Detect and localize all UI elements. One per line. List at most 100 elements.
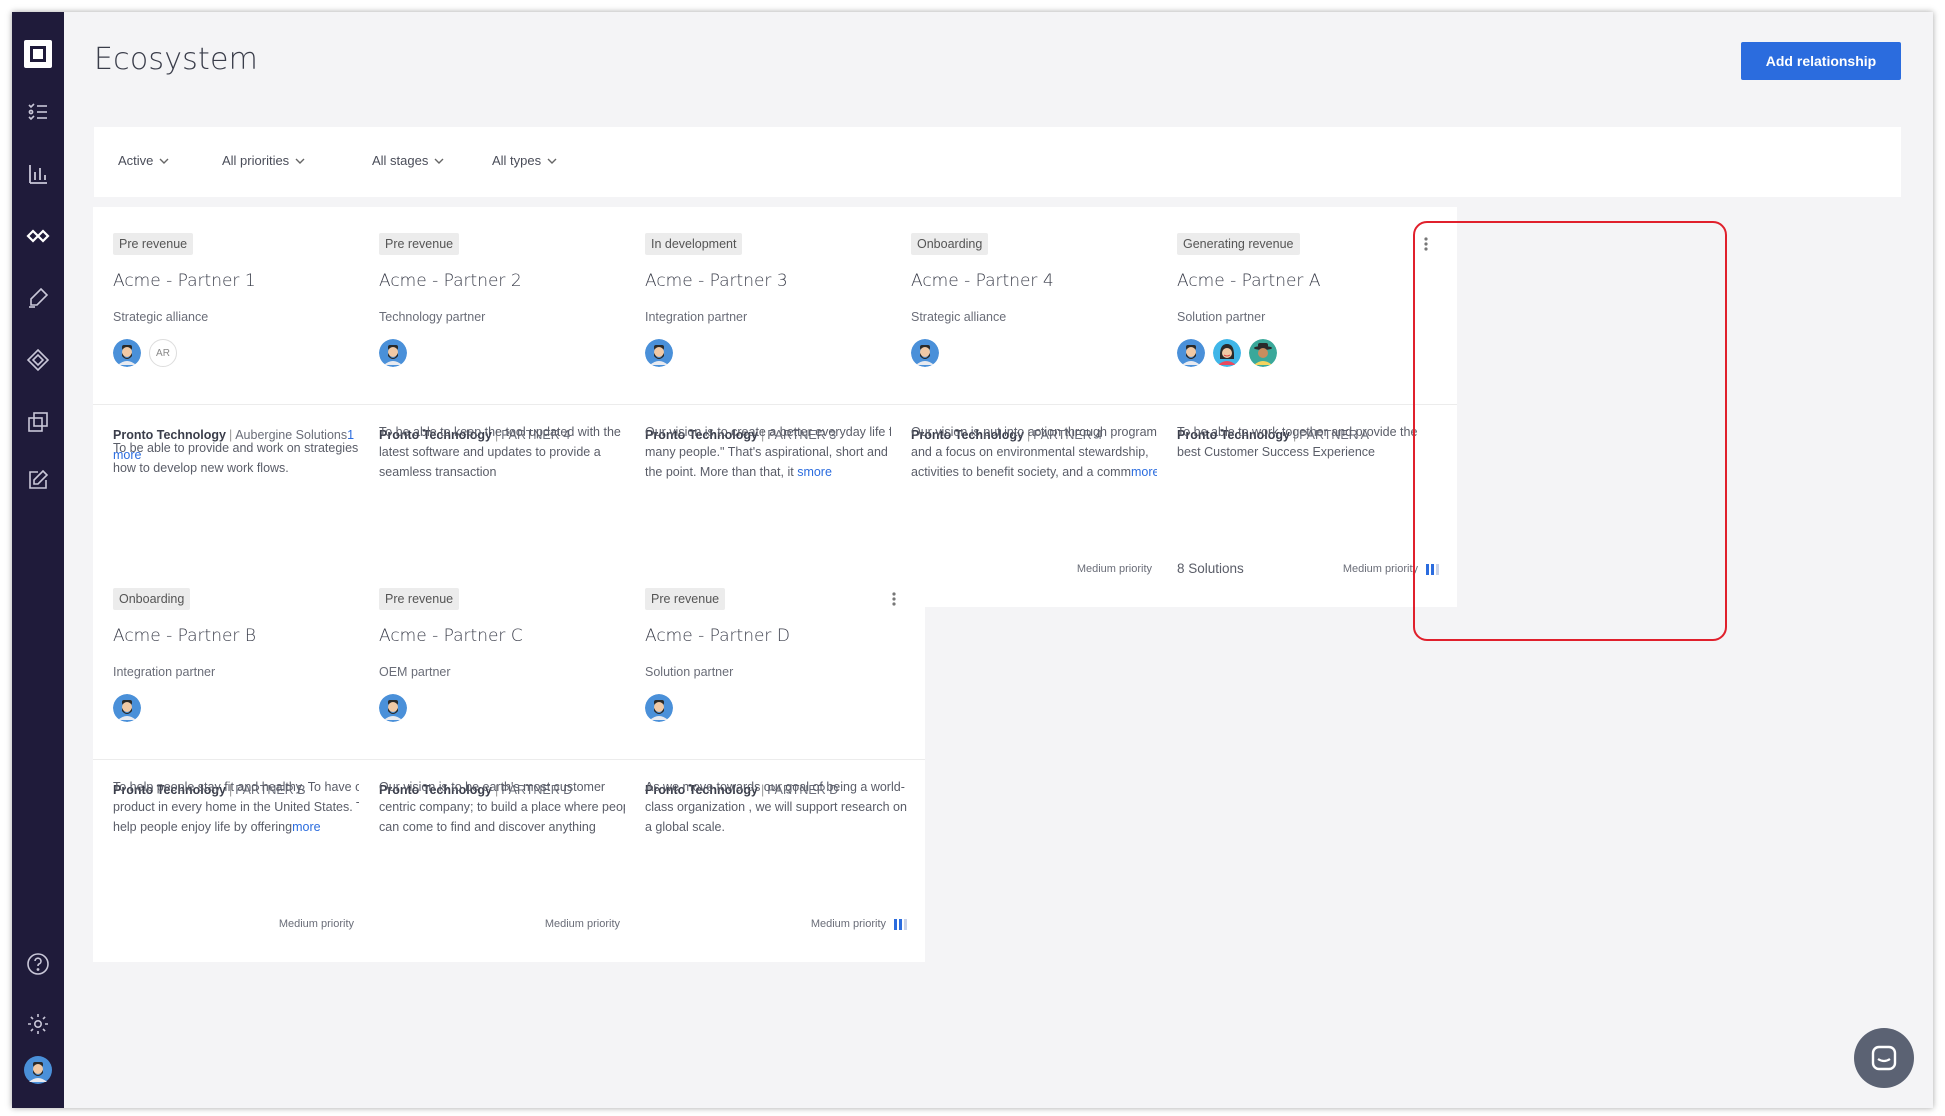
relationship-card-8[interactable]: Pre revenue Acme - Partner D Solution pa… [625,562,925,962]
more-options-icon[interactable] [1419,235,1433,253]
member-avatars [645,339,673,372]
relationship-description: To be able to keep the tool updated with… [379,422,643,482]
description-text: To be able to provide and work on strate… [113,441,376,475]
avatar[interactable] [1177,339,1205,372]
stage-badge: Pre revenue [379,233,460,255]
member-avatars: AR [113,339,177,372]
gear-icon[interactable] [26,1012,50,1036]
avatar[interactable] [911,339,939,372]
relationship-description: Our vision is to create a better everyda… [645,422,909,482]
avatar[interactable] [379,694,407,727]
relationship-type: Strategic alliance [113,310,209,324]
relationship-card-4[interactable]: Onboarding Acme - Partner 4 Strategic al… [891,207,1191,607]
description-text: Our vision is to create a better everyda… [645,425,904,479]
card-divider [625,404,925,405]
relationship-card-7[interactable]: Pre revenue Acme - Partner C OEM partner… [359,562,659,962]
read-more-link[interactable]: more [292,820,320,834]
avatar[interactable] [645,694,673,727]
filter-bar: Active All priorities All stages All typ… [94,127,1901,197]
priority-indicator: Medium priority [811,918,907,930]
ecosystem-icon[interactable] [26,224,50,248]
relationship-type: OEM partner [379,665,451,679]
avatar-initials[interactable]: AR [149,339,177,367]
relationship-name[interactable]: Acme - Partner C [379,626,523,646]
priority-label: Medium priority [810,918,886,930]
relationship-description: To help people stay fit and healthy. To … [113,777,377,837]
type-filter[interactable]: All types [492,153,557,168]
description-text: To be able to keep the tool updated with… [379,425,621,479]
relationship-name[interactable]: Acme - Partner A [1177,271,1320,291]
priority-label: Medium priority [1076,563,1152,575]
relationship-type: Solution partner [645,665,734,679]
relationship-name[interactable]: Acme - Partner 1 [113,271,256,291]
sidebar [12,12,64,1108]
relationship-name[interactable]: Acme - Partner B [113,626,256,646]
card-divider [93,404,393,405]
handshake-icon[interactable] [26,348,50,372]
chevron-down-icon [295,158,305,164]
priority-bars-icon [1426,563,1439,575]
add-relationship-button[interactable]: Add relationship [1741,42,1901,80]
edit-icon[interactable] [26,468,50,492]
description-text: To be able to work together and provide … [1177,425,1418,459]
checklist-icon[interactable] [26,100,50,124]
relationship-name[interactable]: Acme - Partner 3 [645,271,788,291]
priority-label: Medium priority [278,918,354,930]
chat-icon [1871,1045,1897,1071]
avatar[interactable] [645,339,673,372]
chevron-down-icon [547,158,557,164]
stage-filter[interactable]: All stages [372,153,444,168]
avatar[interactable] [113,694,141,727]
relationship-type: Integration partner [645,310,748,324]
card-divider [93,759,393,760]
member-avatars [1177,339,1277,372]
bar-chart-icon[interactable] [26,162,50,186]
stage-badge: Pre revenue [379,588,460,610]
user-avatar[interactable] [24,1056,52,1084]
description-text: As we move towards our goal of being a w… [645,780,907,834]
relationship-description: Our vision is put into action through pr… [911,422,1175,482]
relationship-name[interactable]: Acme - Partner 2 [379,271,522,291]
relationship-description: As we move towards our goal of being a w… [645,777,909,837]
priority-label: Medium priority [544,918,620,930]
logo-icon[interactable] [22,38,54,70]
status-filter[interactable]: Active [118,153,169,168]
more-options-icon[interactable] [887,590,901,608]
avatar[interactable] [379,339,407,372]
chevron-down-icon [159,158,169,164]
card-divider [891,404,1191,405]
relationship-name[interactable]: Acme - Partner D [645,626,790,646]
stage-badge: Pre revenue [645,588,726,610]
relationship-card-3[interactable]: In development Acme - Partner 3 Integrat… [625,207,925,607]
chat-launcher-button[interactable] [1854,1028,1914,1088]
relationship-name[interactable]: Acme - Partner 4 [911,271,1054,291]
avatar[interactable] [1213,339,1241,372]
relationship-card-2[interactable]: Pre revenue Acme - Partner 2 Technology … [359,207,659,607]
stage-badge: In development [645,233,743,255]
priority-label: Medium priority [1342,563,1418,575]
selection-highlight [1413,221,1727,641]
relationship-card-1[interactable]: Pre revenue Acme - Partner 1 Strategic a… [93,207,393,607]
read-more-link[interactable]: smore [797,465,832,479]
stage-badge: Onboarding [113,588,191,610]
member-avatars [645,694,673,727]
relationship-description: To be able to provide and work on strate… [113,438,377,478]
priority-filter[interactable]: All priorities [222,153,305,168]
avatar[interactable] [1249,339,1277,372]
relationship-card-5[interactable]: Generating revenue Acme - Partner A Solu… [1157,207,1457,607]
read-more-link[interactable]: more [1131,465,1159,479]
page-title: Ecosystem [94,42,259,77]
pen-icon[interactable] [26,286,50,310]
help-icon[interactable] [26,952,50,976]
relationship-card-6[interactable]: Onboarding Acme - Partner B Integration … [93,562,393,962]
avatar[interactable] [113,339,141,372]
copy-icon[interactable] [26,410,50,434]
solutions-count[interactable]: 8 Solutions [1177,561,1244,576]
chevron-down-icon [434,158,444,164]
description-text: Our vision is put into action through pr… [911,425,1164,479]
stage-badge: Generating revenue [1177,233,1300,255]
priority-indicator: Medium priority [1343,563,1439,575]
description-text: To help people stay fit and healthy. To … [113,780,374,834]
relationship-type: Integration partner [113,665,216,679]
card-divider [359,404,659,405]
